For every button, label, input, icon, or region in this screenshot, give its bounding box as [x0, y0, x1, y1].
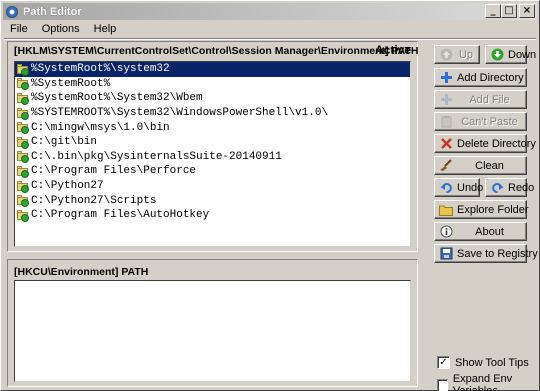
user-path-panel: [HKCU\Environment] PATH [7, 259, 418, 387]
delete-directory-label: Delete Directory [457, 137, 536, 150]
expand-env-variables-label: Expand Env Variables [452, 373, 513, 391]
list-item[interactable]: C:\git\bin [15, 135, 410, 150]
menu-help[interactable]: Help [87, 23, 124, 35]
clean-button[interactable]: Clean [434, 156, 527, 175]
list-item-label: C:\mingw\msys\1.0\bin [31, 121, 170, 134]
list-item-label: %SYSTEMROOT%\System32\WindowsPowerShell\… [31, 107, 329, 120]
list-item[interactable]: %SystemRoot% [15, 77, 410, 92]
user-path-header: [HKCU\Environment] PATH [14, 266, 149, 278]
folder-check-icon [17, 136, 29, 149]
system-path-header: [HKLM\SYSTEM\CurrentControlSet\Control\S… [14, 45, 419, 57]
down-label: Down [508, 48, 537, 61]
minimize-icon[interactable]: _ [485, 4, 501, 18]
folder-check-icon [17, 63, 29, 76]
expand-env-variables-box[interactable] [437, 378, 448, 391]
folder-icon [439, 203, 453, 217]
plus-icon [439, 71, 453, 85]
show-tool-tips-box[interactable]: ✓ [437, 356, 450, 369]
system-path-panel: [HKLM\SYSTEM\CurrentControlSet\Control\S… [7, 41, 418, 252]
delete-directory-button[interactable]: Delete Directory [434, 134, 536, 153]
save-to-registry-label: Save to Registry [457, 247, 538, 260]
list-item-label: %SystemRoot%\System32\Wbem [31, 92, 203, 105]
expand-env-variables-checkbox[interactable]: Expand Env Variables [437, 373, 539, 391]
list-item-label: C:\git\bin [31, 136, 98, 149]
title-bar[interactable]: Path Editor _ □ × [3, 3, 537, 20]
folder-check-icon [17, 78, 29, 91]
list-item[interactable]: %SystemRoot%\system32 [15, 62, 410, 77]
explore-folder-label: Explore Folder [457, 203, 529, 216]
list-item-label: %SystemRoot% [31, 77, 111, 90]
list-item[interactable]: C:\.bin\pkg\SysinternalsSuite-20140911 [15, 150, 410, 165]
add-file-label: Add File [469, 93, 510, 106]
about-button[interactable]: About [434, 222, 527, 241]
down-arrow-icon [490, 48, 504, 62]
about-label: About [475, 225, 504, 238]
active-label: Active [375, 43, 412, 57]
show-tool-tips-checkbox[interactable]: ✓ Show Tool Tips [437, 356, 529, 369]
maximize-icon[interactable]: □ [501, 4, 517, 18]
add-file-button[interactable]: Add File [434, 90, 527, 109]
folder-check-icon [17, 92, 29, 105]
add-directory-label: Add Directory [457, 71, 524, 84]
folder-check-icon [17, 151, 29, 164]
folder-check-icon [17, 209, 29, 222]
list-item-label: %SystemRoot%\system32 [31, 63, 170, 76]
delete-x-icon [439, 137, 453, 151]
menu-separator [4, 38, 536, 40]
list-item[interactable]: %SystemRoot%\System32\Wbem [15, 91, 410, 106]
folder-check-icon [17, 122, 29, 135]
path-editor-window: Path Editor _ □ × File Options Help [HKL… [0, 0, 540, 391]
add-directory-button[interactable]: Add Directory [434, 68, 527, 87]
window-title: Path Editor [23, 5, 82, 18]
list-item-label: C:\.bin\pkg\SysinternalsSuite-20140911 [31, 150, 282, 163]
show-tool-tips-label: Show Tool Tips [455, 356, 529, 369]
info-icon [439, 225, 453, 239]
broom-icon [439, 159, 453, 173]
menu-options[interactable]: Options [35, 23, 87, 35]
undo-button[interactable]: Undo [434, 178, 483, 197]
menu-bar: File Options Help [3, 20, 537, 38]
undo-icon [439, 181, 453, 195]
folder-check-icon [17, 195, 29, 208]
list-item-label: C:\Python27 [31, 180, 104, 193]
redo-icon [490, 181, 504, 195]
clean-label: Clean [475, 159, 504, 172]
up-label: Up [458, 48, 474, 61]
redo-label: Redo [508, 181, 535, 194]
up-arrow-icon [439, 48, 453, 62]
folder-check-icon [17, 180, 29, 193]
system-path-list[interactable]: %SystemRoot%\system32 %SystemRoot% %System… [14, 61, 411, 247]
registry-save-icon [439, 247, 453, 261]
list-item[interactable]: C:\Program Files\AutoHotkey [15, 208, 410, 223]
cant-paste-label: Can't Paste [461, 115, 518, 128]
explore-folder-button[interactable]: Explore Folder [434, 200, 529, 219]
down-button[interactable]: Down [485, 45, 536, 64]
list-item[interactable]: C:\mingw\msys\1.0\bin [15, 120, 410, 135]
save-to-registry-button[interactable]: Save to Registry [434, 244, 538, 263]
up-button[interactable]: Up [434, 45, 480, 64]
undo-label: Undo [457, 181, 484, 194]
redo-button[interactable]: Redo [485, 178, 534, 197]
menu-file[interactable]: File [3, 23, 35, 35]
list-item-label: C:\Python27\Scripts [31, 194, 157, 207]
cant-paste-button[interactable]: Can't Paste [434, 112, 527, 131]
close-icon[interactable]: × [519, 4, 535, 18]
list-item[interactable]: %SYSTEMROOT%\System32\WindowsPowerShell\… [15, 106, 410, 121]
user-path-list[interactable] [14, 280, 411, 382]
list-item[interactable]: C:\Python27\Scripts [15, 193, 410, 208]
list-item-label: C:\Program Files\AutoHotkey [31, 209, 210, 222]
list-item[interactable]: C:\Program Files\Perforce [15, 164, 410, 179]
folder-check-icon [17, 107, 29, 120]
plus-icon [439, 93, 453, 107]
list-item-label: C:\Program Files\Perforce [31, 165, 197, 178]
list-item[interactable]: C:\Python27 [15, 179, 410, 194]
folder-check-icon [17, 165, 29, 178]
window-controls: _ □ × [485, 4, 535, 18]
clipboard-icon [439, 115, 453, 129]
app-gear-icon [5, 5, 19, 19]
